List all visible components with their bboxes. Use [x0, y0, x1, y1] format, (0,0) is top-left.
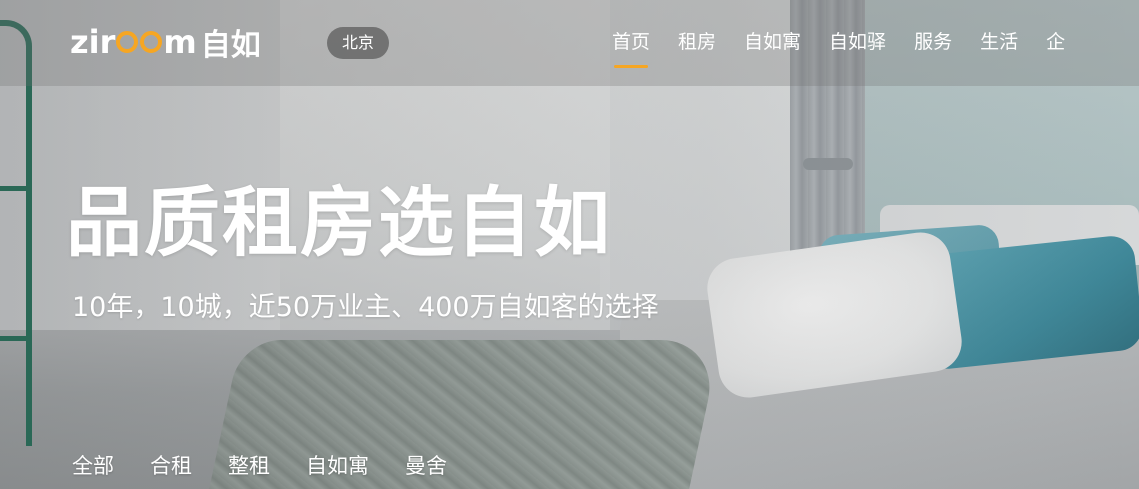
logo-ring-icon — [140, 31, 163, 53]
nav-item-ziroom-station[interactable]: 自如驿 — [829, 28, 886, 56]
search-type-tabs: 全部 合租 整租 自如寓 曼舍 — [72, 450, 483, 482]
nav-item-life[interactable]: 生活 — [980, 28, 1018, 56]
city-selector[interactable]: 北京 — [327, 27, 389, 59]
nav-item-rent[interactable]: 租房 — [678, 28, 716, 56]
logo-text-suffix: m — [163, 23, 197, 61]
site-logo[interactable]: zir m 自如 — [70, 22, 261, 63]
tab-shared-rent[interactable]: 合租 — [150, 450, 192, 482]
logo-ring-icon — [116, 31, 139, 53]
hero-title: 品质租房选自如 — [66, 178, 612, 267]
site-header: zir m 自如 北京 首页 租房 自如寓 自如驿 服务 生活 企 — [0, 0, 1139, 86]
nav-item-home[interactable]: 首页 — [612, 28, 650, 68]
main-nav: 首页 租房 自如寓 自如驿 服务 生活 企 — [612, 28, 1093, 68]
tab-whole-rent[interactable]: 整租 — [228, 450, 270, 482]
logo-wordmark: zir m — [70, 23, 197, 61]
logo-text-prefix: zir — [70, 23, 116, 61]
nav-item-services[interactable]: 服务 — [914, 28, 952, 56]
nav-item-enterprise[interactable]: 企 — [1046, 28, 1065, 56]
tab-ziroom-apartment[interactable]: 自如寓 — [306, 450, 369, 482]
tab-all[interactable]: 全部 — [72, 450, 114, 482]
hero-subtitle: 10年，10城，近50万业主、400万自如客的选择 — [72, 292, 659, 323]
hero-banner: zir m 自如 北京 首页 租房 自如寓 自如驿 服务 生活 企 品质租房选自… — [0, 0, 1139, 489]
logo-text-cn: 自如 — [200, 28, 261, 63]
nav-item-ziroom-apartment[interactable]: 自如寓 — [744, 28, 801, 56]
tab-manshe[interactable]: 曼舍 — [405, 450, 447, 482]
